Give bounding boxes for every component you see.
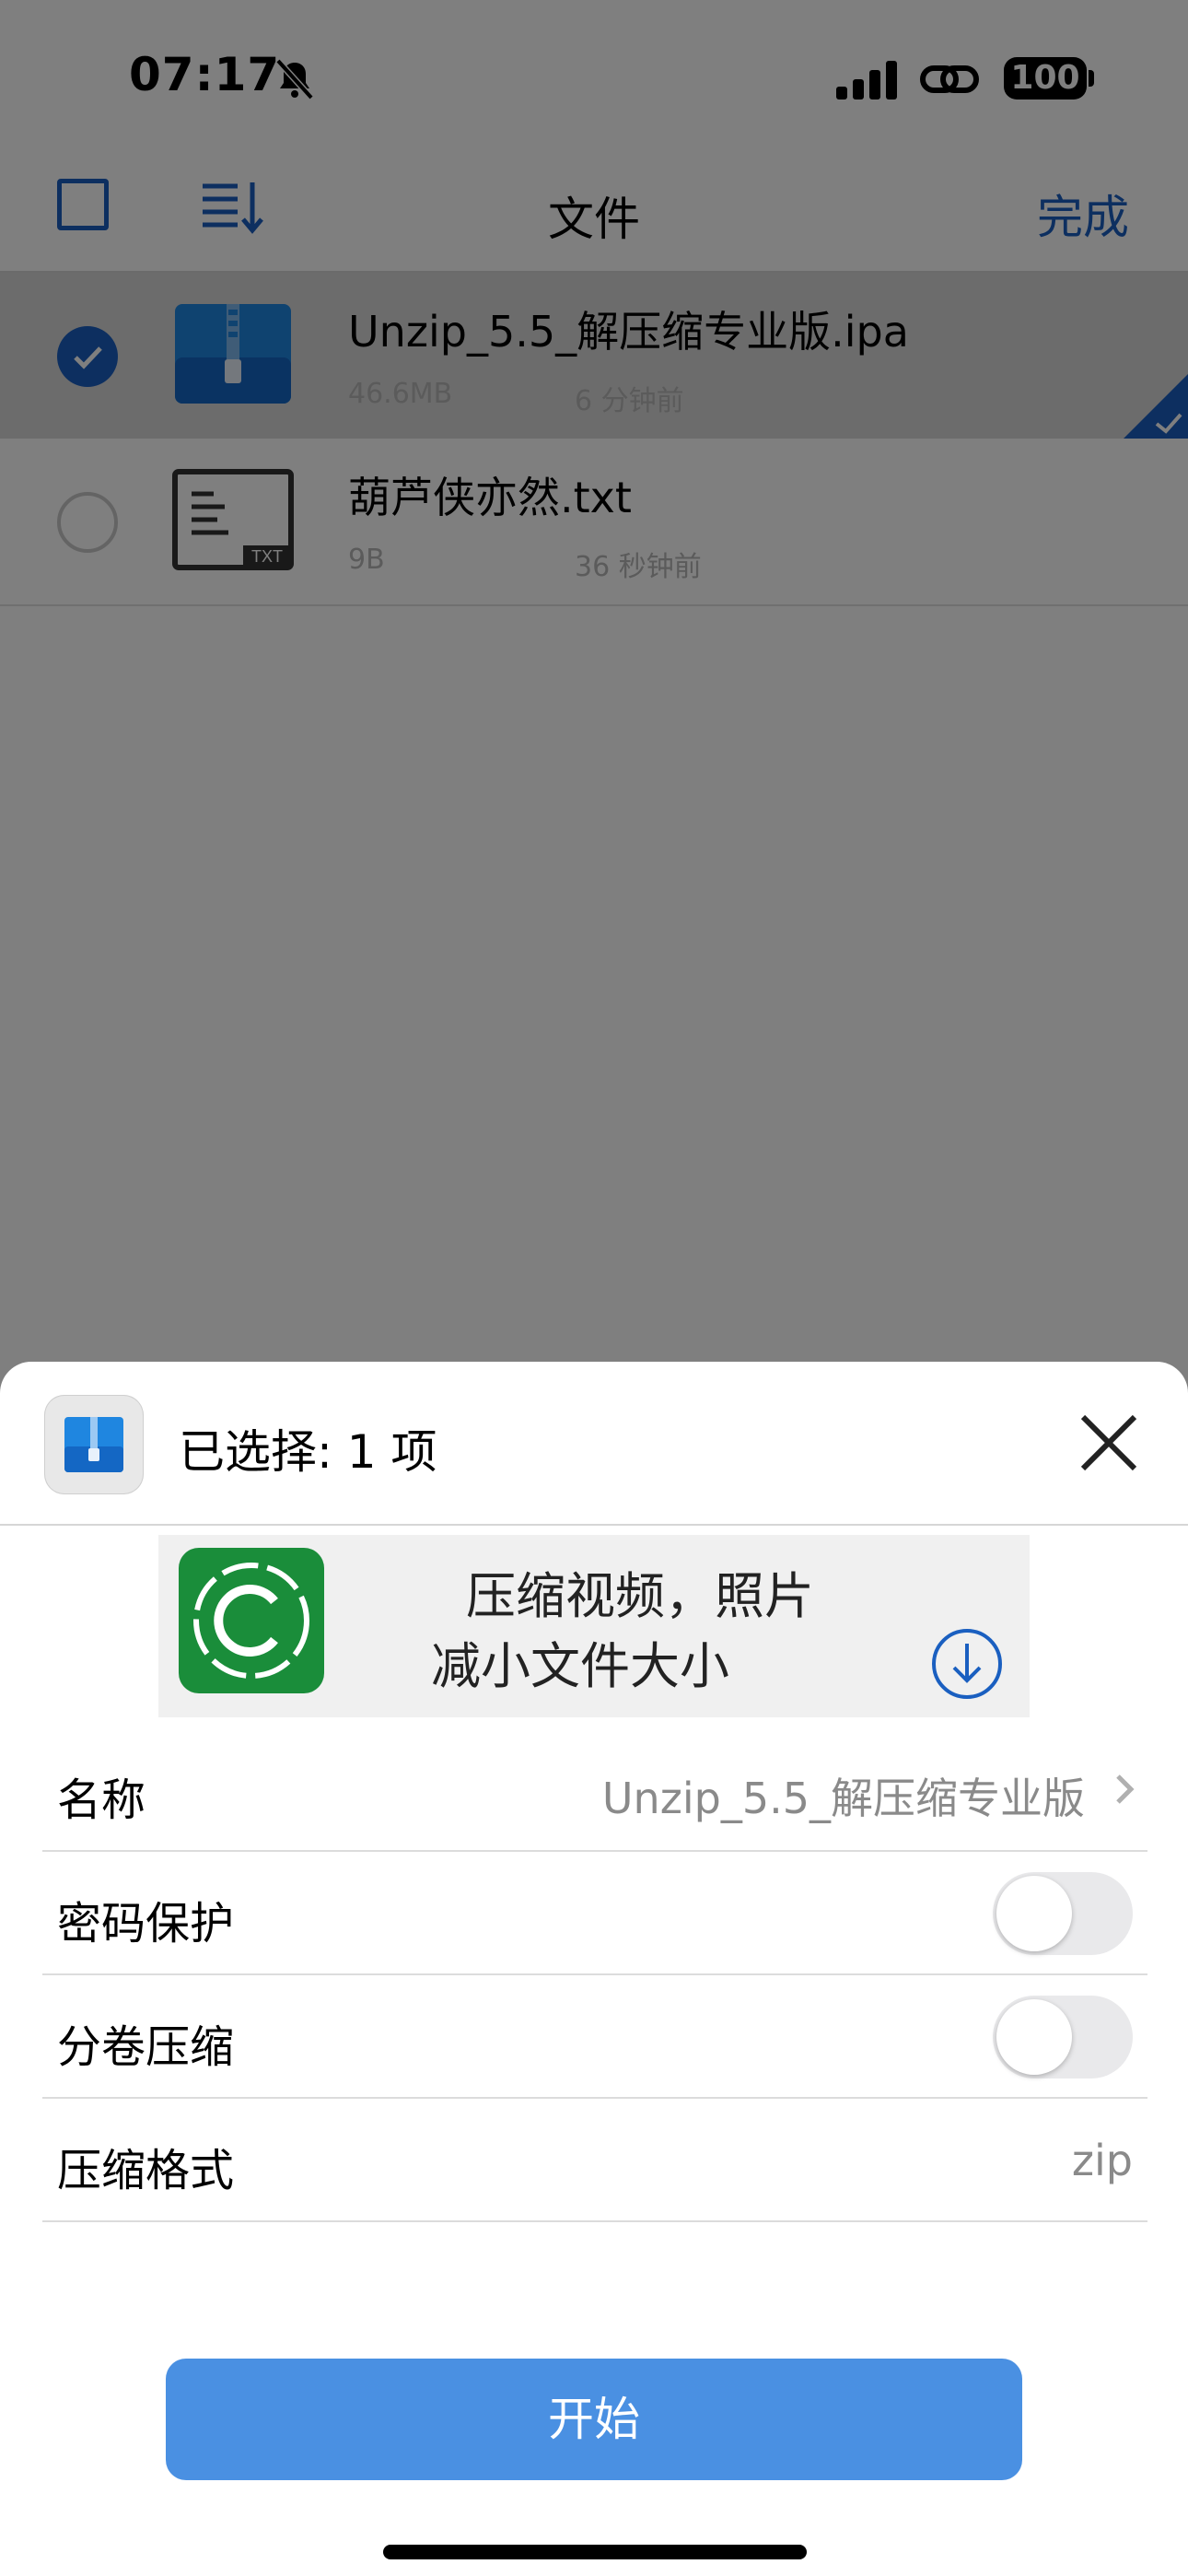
ad-subline: 减小文件大小 xyxy=(431,1637,729,1695)
password-toggle[interactable] xyxy=(993,1872,1133,1955)
setting-label: 分卷压缩 xyxy=(57,2021,235,2073)
toggle-knob xyxy=(996,1876,1072,1951)
setting-label: 名称 xyxy=(57,1774,146,1826)
setting-format[interactable]: 压缩格式 zip xyxy=(42,2099,1147,2222)
home-indicator xyxy=(383,2545,807,2559)
compress-sheet: 已选择: 1 项 压缩视频，照片 减小文件大小 名称 Unzip_5.5_解压缩… xyxy=(0,1362,1188,2576)
setting-label: 压缩格式 xyxy=(57,2145,235,2196)
setting-name[interactable]: 名称 Unzip_5.5_解压缩专业版 xyxy=(42,1728,1147,1852)
start-button[interactable]: 开始 xyxy=(166,2359,1022,2480)
toggle-knob xyxy=(996,1999,1072,2075)
chevron-right-icon xyxy=(1116,1774,1135,1804)
archive-app-icon xyxy=(44,1395,144,1494)
setting-password: 密码保护 xyxy=(42,1852,1147,1975)
close-icon[interactable] xyxy=(1072,1406,1146,1480)
download-icon[interactable] xyxy=(930,1627,1004,1701)
ad-banner[interactable]: 压缩视频，照片 减小文件大小 xyxy=(158,1535,1030,1717)
setting-split: 分卷压缩 xyxy=(42,1975,1147,2099)
archive-name-value: Unzip_5.5_解压缩专业版 xyxy=(601,1774,1085,1823)
setting-label: 密码保护 xyxy=(57,1898,235,1950)
split-volume-toggle[interactable] xyxy=(993,1996,1133,2078)
ad-headline: 压缩视频，照片 xyxy=(466,1567,814,1625)
sheet-title: 已选择: 1 项 xyxy=(179,1425,437,1479)
format-value: zip xyxy=(1071,2136,1133,2185)
sheet-header: 已选择: 1 项 xyxy=(0,1362,1188,1526)
